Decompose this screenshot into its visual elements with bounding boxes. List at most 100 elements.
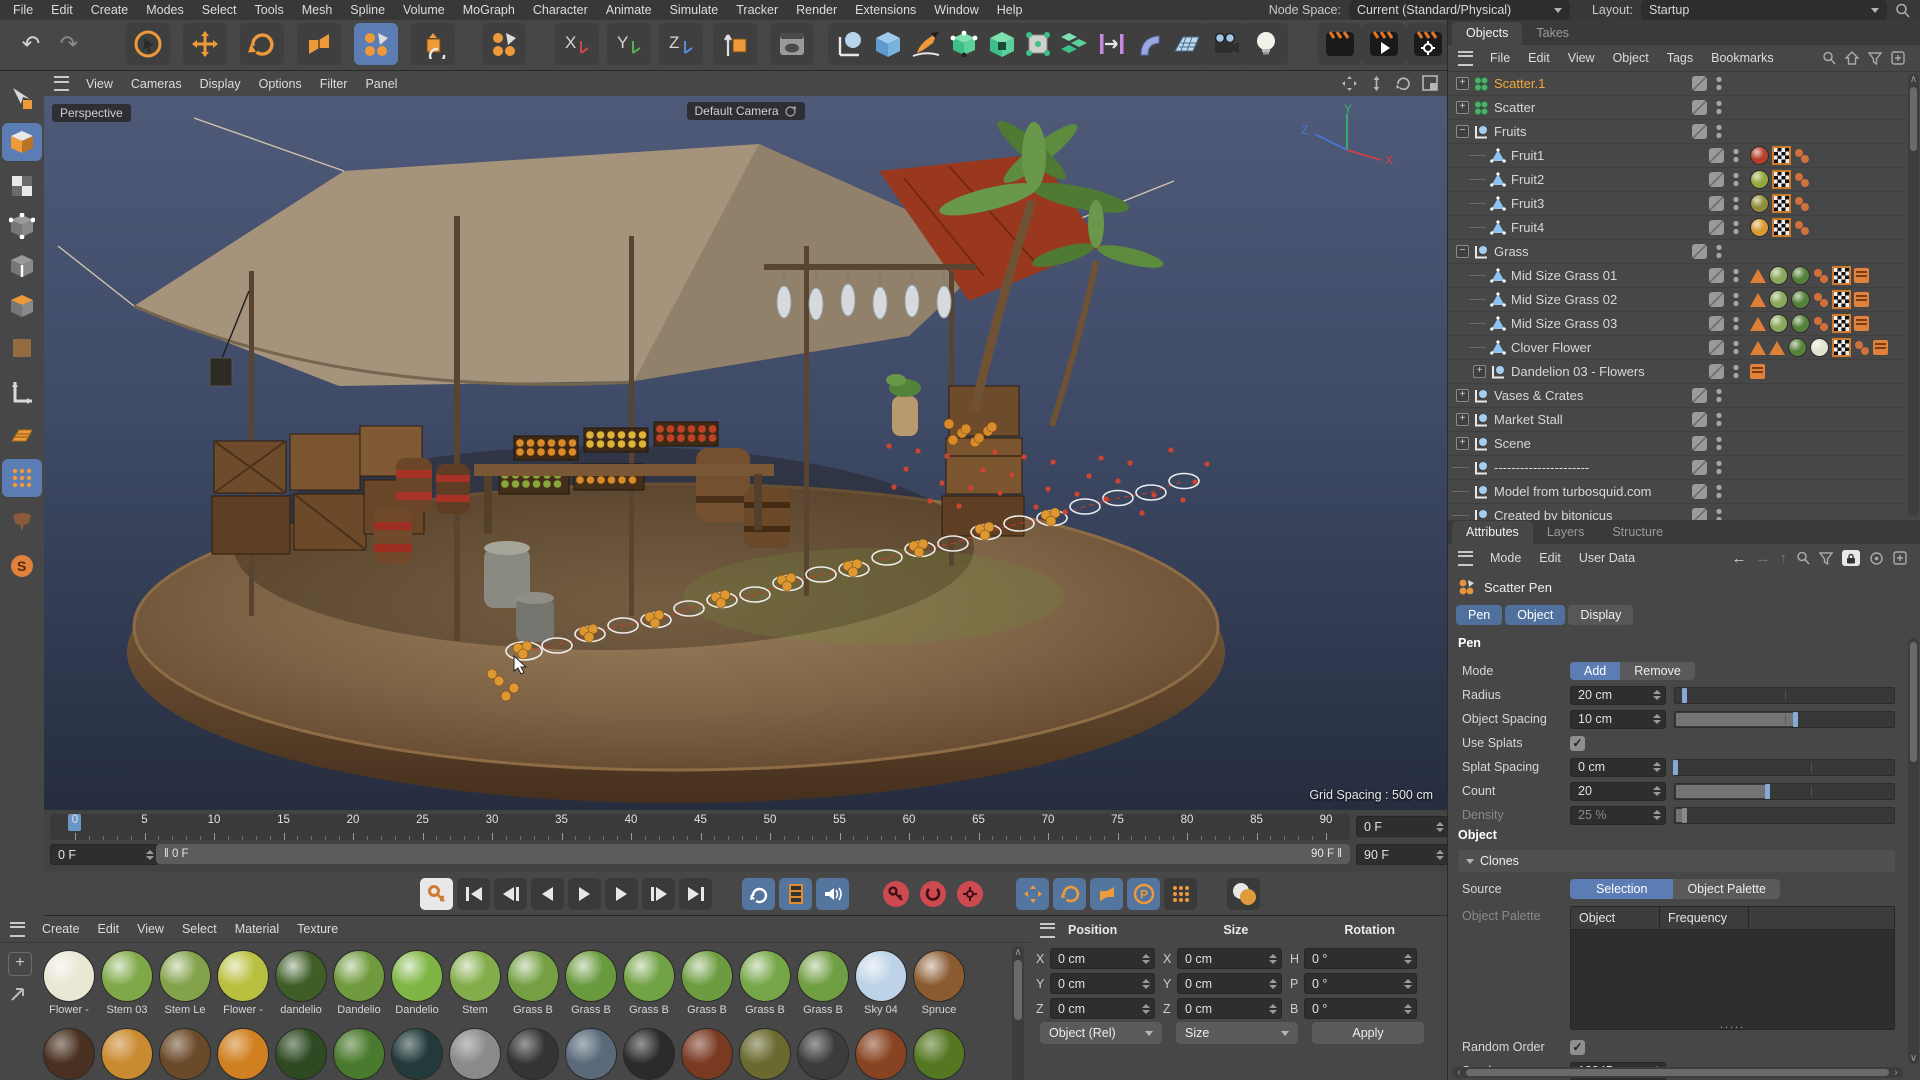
material-item[interactable] — [446, 1028, 504, 1080]
viewport-canvas[interactable]: Perspective Default Camera Grid Spacing … — [44, 96, 1447, 810]
material-preview[interactable] — [507, 1028, 559, 1080]
material-preview[interactable] — [159, 950, 211, 1002]
object-spacing-slider[interactable] — [1674, 711, 1895, 728]
object-label[interactable]: Fruits — [1494, 124, 1527, 139]
material-tag[interactable] — [1791, 314, 1810, 333]
tree-row[interactable]: Mid Size Grass 03 — [1448, 312, 1907, 336]
material-menu-icon[interactable] — [10, 922, 25, 937]
goto-start-button[interactable] — [457, 878, 490, 910]
selection-tag[interactable] — [1794, 172, 1810, 188]
layer-toggle[interactable] — [1692, 388, 1707, 403]
material-preview[interactable] — [681, 1028, 733, 1080]
viewport-pan-icon[interactable] — [1341, 75, 1358, 92]
material-item[interactable]: Grass B — [678, 950, 736, 1016]
material-menu-view[interactable]: View — [128, 922, 173, 936]
material-preview[interactable] — [797, 1028, 849, 1080]
material-item[interactable] — [852, 1028, 910, 1080]
material-tag[interactable] — [1750, 194, 1769, 213]
material-preview[interactable] — [565, 1028, 617, 1080]
visibility-dots[interactable] — [1732, 148, 1740, 163]
object-label[interactable]: ---------------------- — [1494, 460, 1589, 475]
object-label[interactable]: Scatter — [1494, 100, 1535, 115]
visibility-dots[interactable] — [1732, 364, 1740, 379]
tree-row[interactable]: Fruit4 — [1448, 216, 1907, 240]
expand-toggle[interactable]: + — [1456, 77, 1469, 90]
material-tag[interactable] — [1750, 146, 1769, 165]
layer-toggle[interactable] — [1692, 76, 1707, 91]
material-preview[interactable] — [217, 950, 269, 1002]
material-tag[interactable] — [1769, 266, 1788, 285]
tree-row[interactable]: Fruit2 — [1448, 168, 1907, 192]
material-item[interactable] — [330, 1028, 388, 1080]
expand-toggle[interactable]: − — [1456, 245, 1469, 258]
redo-icon[interactable]: ↷ — [52, 23, 86, 65]
object-manager-scrollbar[interactable]: ∧ — [1908, 74, 1919, 516]
material-item[interactable] — [910, 1028, 968, 1080]
workplane-mode[interactable] — [2, 417, 42, 455]
visibility-dots[interactable] — [1732, 340, 1740, 355]
material-preview[interactable] — [913, 1028, 965, 1080]
sound-button[interactable] — [816, 878, 849, 910]
viewport-menu-panel[interactable]: Panel — [356, 77, 406, 91]
object-label[interactable]: Mid Size Grass 03 — [1511, 316, 1617, 331]
move-tool[interactable] — [183, 23, 227, 65]
radius-field[interactable]: 20 cm — [1570, 686, 1666, 705]
filter-icon[interactable] — [1819, 551, 1833, 565]
frame-rate-button[interactable] — [779, 878, 812, 910]
material-item[interactable] — [272, 1028, 330, 1080]
apply-button[interactable]: Apply — [1312, 1022, 1424, 1044]
material-item[interactable]: Stem Le — [156, 950, 214, 1016]
layer-toggle[interactable] — [1692, 436, 1707, 451]
material-preview[interactable] — [449, 1028, 501, 1080]
loop-mode-button[interactable] — [742, 878, 775, 910]
object-label[interactable]: Clover Flower — [1511, 340, 1591, 355]
next-key-button[interactable] — [642, 878, 675, 910]
tree-row[interactable]: + Vases & Crates — [1448, 384, 1907, 408]
visibility-dots[interactable] — [1715, 508, 1723, 520]
selection-tag[interactable] — [1794, 148, 1810, 164]
tree-row[interactable]: + Market Stall — [1448, 408, 1907, 432]
object-manager-menu-edit[interactable]: Edit — [1519, 51, 1559, 65]
render-view-button[interactable] — [1318, 23, 1362, 65]
material-preview[interactable] — [681, 950, 733, 1002]
camera-label[interactable]: Default Camera — [686, 102, 804, 120]
texture-axis-mode[interactable] — [2, 329, 42, 367]
rotation-b-field[interactable]: 0 ° — [1304, 998, 1417, 1019]
undo-icon[interactable]: ↶ — [14, 23, 48, 65]
uv-mode[interactable] — [2, 167, 42, 205]
tab-structure[interactable]: Structure — [1598, 521, 1677, 544]
viewport-layout-toggle-icon[interactable] — [1422, 75, 1439, 92]
material-preview[interactable] — [623, 1028, 675, 1080]
material-item[interactable]: Flower - — [40, 950, 98, 1016]
material-tag[interactable] — [1769, 314, 1788, 333]
object-label[interactable]: Grass — [1494, 244, 1529, 259]
material-preview[interactable] — [275, 950, 327, 1002]
end-frame-bottom-field[interactable]: 90 F — [1356, 844, 1449, 865]
column-object[interactable]: Object — [1571, 911, 1659, 925]
material-tag[interactable] — [1810, 338, 1829, 357]
texture-tag[interactable] — [1772, 194, 1791, 213]
expand-toggle[interactable]: − — [1456, 125, 1469, 138]
material-menu-material[interactable]: Material — [226, 922, 288, 936]
scatter-pen-tool[interactable] — [354, 23, 398, 65]
subtab-display[interactable]: Display — [1568, 605, 1633, 625]
home-icon[interactable] — [1845, 51, 1859, 65]
add-view-icon[interactable] — [1891, 51, 1905, 65]
next-frame-button[interactable] — [605, 878, 638, 910]
menu-item-render[interactable]: Render — [787, 3, 846, 17]
x-axis-lock[interactable]: X — [555, 23, 599, 65]
annotation-tag[interactable] — [1873, 340, 1888, 355]
mode-add-button[interactable]: Add — [1570, 662, 1620, 680]
splat-spacing-field[interactable]: 0 cm — [1570, 758, 1666, 777]
material-item[interactable]: Stem — [446, 950, 504, 1016]
search-icon[interactable] — [1822, 51, 1836, 65]
texture-tag[interactable] — [1832, 290, 1851, 309]
z-axis-lock[interactable]: Z — [659, 23, 703, 65]
layer-toggle[interactable] — [1709, 340, 1724, 355]
snap-mode[interactable] — [2, 459, 42, 497]
splat-spacing-slider[interactable] — [1674, 759, 1895, 776]
phong-tag[interactable] — [1750, 269, 1766, 283]
material-preview[interactable] — [797, 950, 849, 1002]
material-tag[interactable] — [1750, 170, 1769, 189]
material-tag[interactable] — [1788, 338, 1807, 357]
